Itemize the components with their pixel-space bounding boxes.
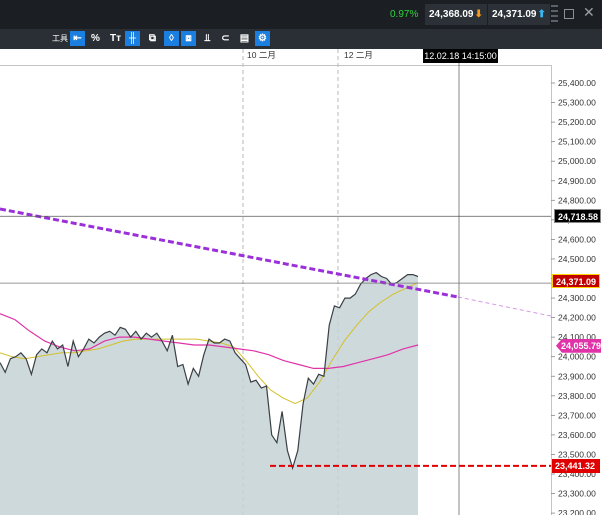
y-tick-label: 24,200.00 <box>558 313 596 323</box>
y-tick-label: 25,300.00 <box>558 98 596 108</box>
close-window-button[interactable]: ✕ <box>583 4 595 21</box>
tools-label: 工具 <box>52 34 68 43</box>
y-axis: 25,400.00 25,300.00 25,200.00 25,100.00 25,0… <box>551 78 596 515</box>
price-header: 0.97% 24,368.09⬇ 24,371.09⬆ ✕ <box>0 0 602 29</box>
percent-icon[interactable]: % <box>88 31 103 46</box>
crosshair-value-tag: 24,718.58 <box>554 209 601 224</box>
restore-window-button[interactable] <box>564 9 574 19</box>
y-tick-label: 24,300.00 <box>558 293 596 303</box>
ma-value-tag: 24,055.79 <box>556 338 601 353</box>
label-icon[interactable]: ⊂ <box>218 31 233 46</box>
y-tick-label: 23,600.00 <box>558 430 596 440</box>
y-tick-label: 24,800.00 <box>558 195 596 205</box>
text-icon[interactable]: Tт <box>108 31 123 46</box>
y-tick-label: 24,000.00 <box>558 352 596 362</box>
crosshair-time-label: 12.02.18 14:15:00 <box>423 49 498 63</box>
trendline-extension <box>457 296 552 317</box>
x-axis: 10 二月 12 二月 <box>247 50 373 60</box>
y-tick-label: 25,000.00 <box>558 156 596 166</box>
y-tick-label: 25,100.00 <box>558 137 596 147</box>
y-tick-label: 24,600.00 <box>558 234 596 244</box>
down-arrow-icon: ⬇ <box>474 9 483 20</box>
print-icon[interactable]: ▤ <box>237 31 252 46</box>
y-tick-label: 23,700.00 <box>558 410 596 420</box>
y-tick-label: 25,200.00 <box>558 117 596 127</box>
back-icon[interactable]: ⇤ <box>70 31 85 46</box>
change-percent: 0.97% <box>390 9 419 20</box>
y-tick-label: 23,900.00 <box>558 371 596 381</box>
trendline[interactable] <box>0 207 459 299</box>
ask-price: 24,371.09 <box>492 9 537 20</box>
support-value-tag: 23,441.32 <box>552 458 600 473</box>
y-tick-label: 24,900.00 <box>558 176 596 186</box>
last-price-tag: 24,371.09 <box>552 274 600 289</box>
bid-price-button[interactable]: 24,368.09⬇ <box>425 4 487 25</box>
ask-price-button[interactable]: 24,371.09⬆ <box>488 4 550 25</box>
chart-toolbar: 工具 ⇤% Tт ╫ ⧉ ◊ ⧈ ⫫ ⊂ ▤ ⚙ <box>0 29 602 49</box>
chart-window: 0.97% 24,368.09⬇ 24,371.09⬆ ✕ 工具 ⇤% Tт ╫ ⧉ ◊… <box>0 0 602 515</box>
x-tick-label: 10 二月 <box>247 50 276 60</box>
y-tick-label: 23,300.00 <box>558 489 596 499</box>
y-tick-label: 25,400.00 <box>558 78 596 88</box>
y-tick-label: 23,800.00 <box>558 391 596 401</box>
drawing-icon[interactable]: ⫫ <box>200 31 215 46</box>
drag-handle-icon[interactable] <box>551 5 558 24</box>
x-tick-label: 12 二月 <box>344 50 373 60</box>
settings-icon[interactable]: ⚙ <box>255 31 270 46</box>
candles-icon[interactable]: ⧉ <box>145 31 160 46</box>
bid-price: 24,368.09 <box>429 9 474 20</box>
y-tick-label: 23,200.00 <box>558 508 596 515</box>
indicator-icon[interactable]: ◊ <box>164 31 179 46</box>
y-tick-label: 24,500.00 <box>558 254 596 264</box>
crosshair-icon[interactable]: ╫ <box>125 31 140 46</box>
windows-icon[interactable]: ⧈ <box>181 31 196 46</box>
up-arrow-icon: ⬆ <box>537 9 546 20</box>
price-chart[interactable]: 25,400.00 25,300.00 25,200.00 25,100.00 25,0… <box>0 49 602 515</box>
price-area <box>0 272 418 515</box>
